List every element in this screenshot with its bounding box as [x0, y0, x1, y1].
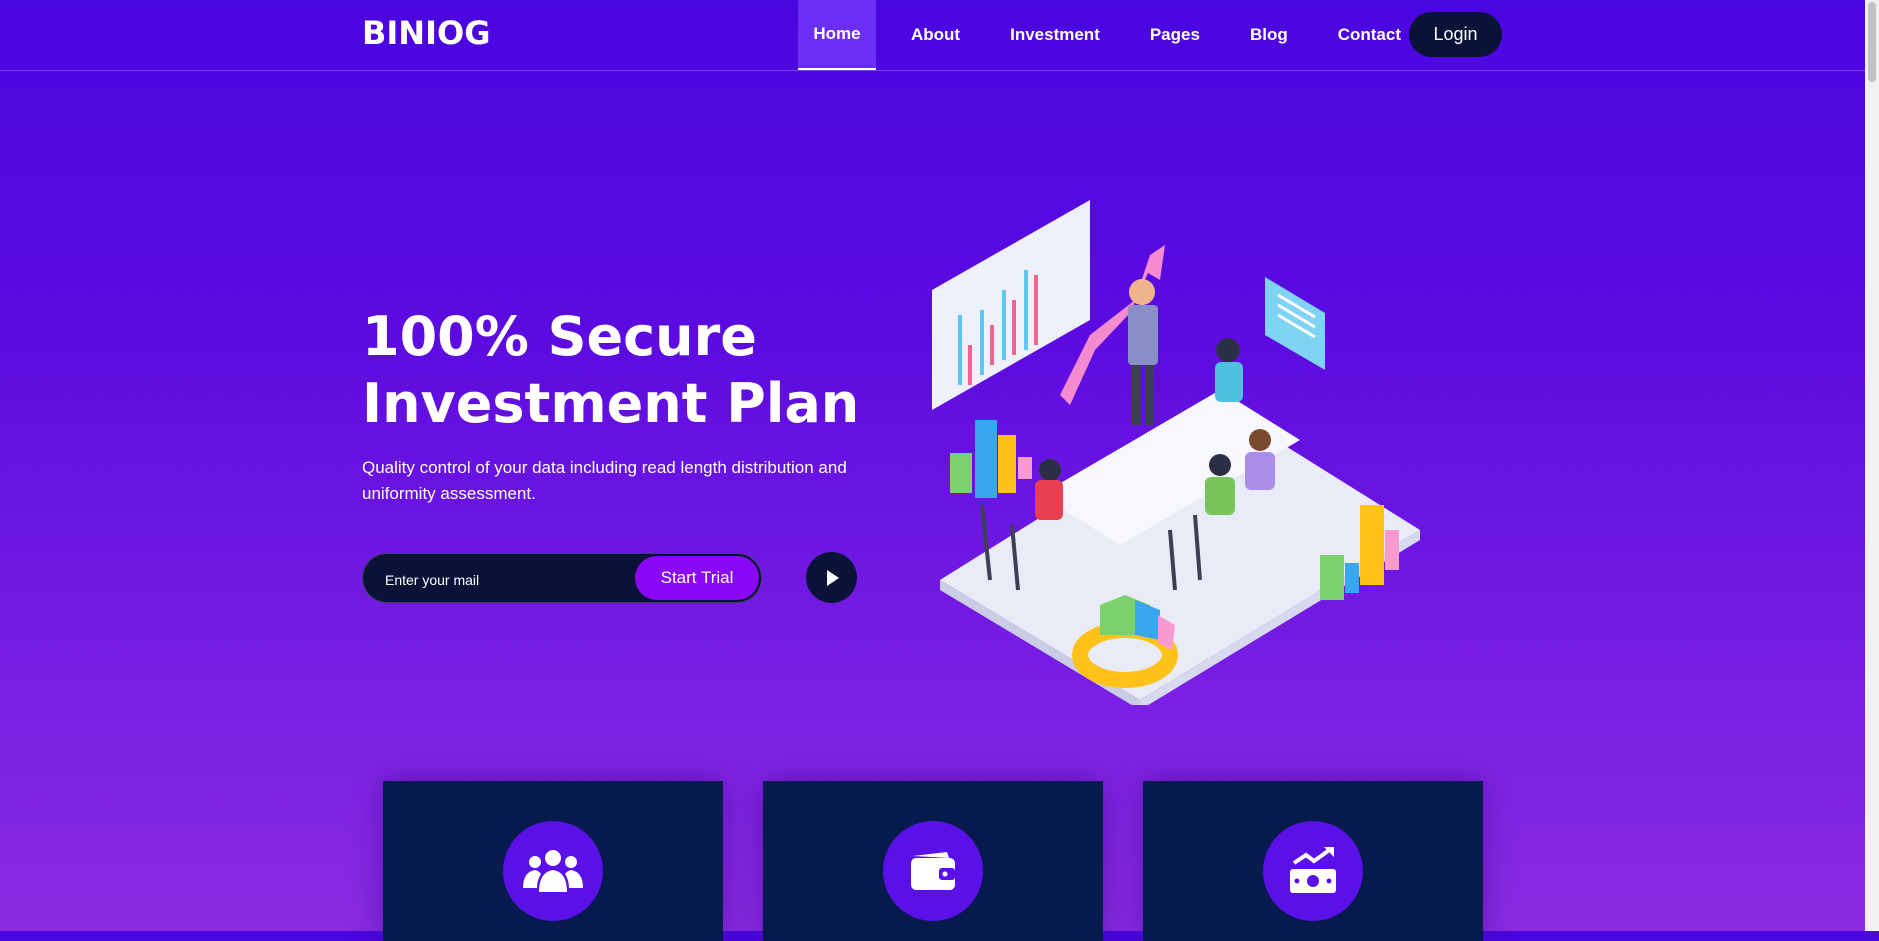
- hero-title-line-1: 100% Secure: [362, 305, 757, 368]
- feature-card: [1143, 781, 1483, 941]
- login-button[interactable]: Login: [1409, 12, 1502, 57]
- email-input[interactable]: [383, 566, 637, 594]
- users-icon: [503, 821, 603, 921]
- logo[interactable]: BINIOG: [362, 14, 490, 52]
- hero-title: 100% Secure Investment Plan: [362, 303, 922, 437]
- nav-investment[interactable]: Investment: [995, 0, 1115, 70]
- team-meeting-illustration: [932, 200, 1420, 705]
- play-video-button[interactable]: [806, 552, 857, 603]
- nav-blog[interactable]: Blog: [1235, 0, 1303, 70]
- scrollbar-thumb[interactable]: [1868, 2, 1876, 82]
- nav-home[interactable]: Home: [798, 0, 876, 70]
- hero-subtitle: Quality control of your data including r…: [362, 458, 847, 503]
- start-trial-button[interactable]: Start Trial: [635, 556, 759, 600]
- page-scrollbar[interactable]: [1865, 0, 1879, 931]
- nav-contact[interactable]: Contact: [1323, 0, 1416, 70]
- feature-card: [383, 781, 723, 941]
- nav-pages[interactable]: Pages: [1135, 0, 1215, 70]
- feature-card: [763, 781, 1103, 941]
- email-signup-form: Start Trial: [362, 553, 762, 603]
- wallet-icon: [883, 821, 983, 921]
- top-navbar: BINIOG Home About Investment Pages Blog …: [0, 0, 1865, 71]
- money-growth-icon: [1263, 821, 1363, 921]
- main-nav: Home About Investment Pages Blog Contact: [798, 0, 1416, 70]
- play-icon: [826, 569, 839, 586]
- hero-title-line-2: Investment Plan: [362, 372, 860, 435]
- nav-about[interactable]: About: [896, 0, 975, 70]
